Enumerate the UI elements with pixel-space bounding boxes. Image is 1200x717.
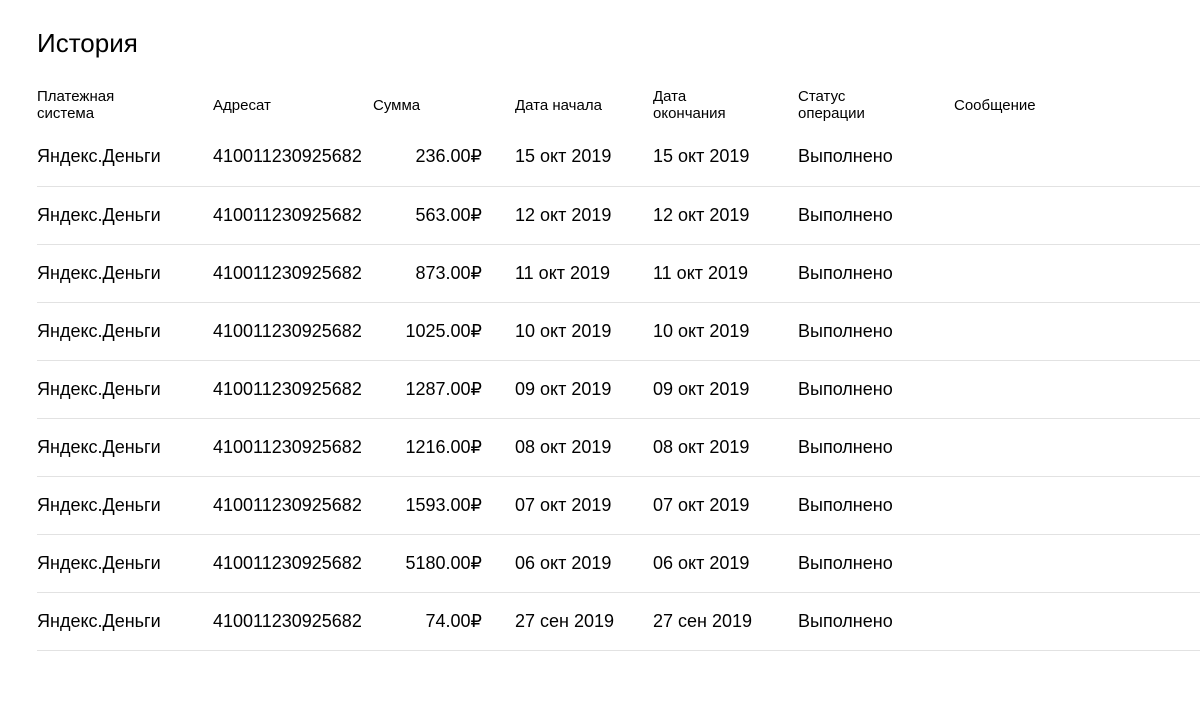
cell-message [921,244,1200,303]
cell-amount: 563.00₽ [373,186,482,245]
column-header-system: Платежная система [37,88,115,122]
column-header-recipient: Адресат [213,96,271,114]
cell-amount: 1593.00₽ [373,476,482,535]
cell-status: Выполнено [765,186,921,245]
cell-message [921,186,1200,245]
cell-amount: 1216.00₽ [373,418,482,477]
cell-end-date: 12 окт 2019 [620,186,765,245]
cell-start-date: 08 окт 2019 [482,418,620,477]
history-page: История Платежная система Адресат Сумма … [0,0,1200,717]
table-row: Яндекс.Деньги 410011230925682 1025.00₽ 10 о… [37,302,1200,361]
table-row: Яндекс.Деньги 410011230925682 1287.00₽ 09 о… [37,360,1200,419]
cell-message [921,126,1200,187]
cell-end-date: 11 окт 2019 [620,244,765,303]
cell-start-date: 09 окт 2019 [482,360,620,419]
table-row: Яндекс.Деньги 410011230925682 563.00₽ 12 ок… [37,186,1200,245]
history-table: Платежная система Адресат Сумма Дата нач… [37,84,1200,651]
cell-status: Выполнено [765,244,921,303]
cell-recipient: 410011230925682 [213,126,373,187]
cell-status: Выполнено [765,592,921,651]
cell-end-date: 06 окт 2019 [620,534,765,593]
cell-start-date: 27 сен 2019 [482,592,620,651]
cell-start-date: 15 окт 2019 [482,126,620,187]
table-row: Яндекс.Деньги 410011230925682 74.00₽ 27 сен… [37,592,1200,651]
cell-start-date: 12 окт 2019 [482,186,620,245]
cell-payment-system: Яндекс.Деньги [37,418,213,477]
column-header-amount: Сумма [373,96,421,114]
cell-recipient: 410011230925682 [213,186,373,245]
cell-recipient: 410011230925682 [213,244,373,303]
cell-recipient: 410011230925682 [213,534,373,593]
cell-start-date: 06 окт 2019 [482,534,620,593]
header-row: Платежная система Адресат Сумма Дата нач… [37,84,1200,126]
cell-recipient: 410011230925682 [213,360,373,419]
cell-amount: 1287.00₽ [373,360,482,419]
cell-amount: 873.00₽ [373,244,482,303]
table-row: Яндекс.Деньги 410011230925682 236.00₽ 15 ок… [37,126,1200,187]
cell-recipient: 410011230925682 [213,302,373,361]
cell-payment-system: Яндекс.Деньги [37,534,213,593]
table-row: Яндекс.Деньги 410011230925682 873.00₽ 11 ок… [37,244,1200,303]
cell-amount: 1025.00₽ [373,302,482,361]
column-header-status: Статус операции [798,88,865,122]
cell-message [921,534,1200,593]
cell-recipient: 410011230925682 [213,592,373,651]
column-header-start-date: Дата начала [515,96,602,114]
cell-status: Выполнено [765,302,921,361]
cell-payment-system: Яндекс.Деньги [37,244,213,303]
cell-payment-system: Яндекс.Деньги [37,302,213,361]
cell-message [921,418,1200,477]
cell-payment-system: Яндекс.Деньги [37,592,213,651]
cell-end-date: 08 окт 2019 [620,418,765,477]
cell-message [921,476,1200,535]
cell-status: Выполнено [765,126,921,187]
cell-status: Выполнено [765,418,921,477]
cell-recipient: 410011230925682 [213,476,373,535]
cell-end-date: 27 сен 2019 [620,592,765,651]
cell-start-date: 10 окт 2019 [482,302,620,361]
cell-amount: 74.00₽ [373,592,482,651]
cell-start-date: 07 окт 2019 [482,476,620,535]
cell-amount: 5180.00₽ [373,534,482,593]
cell-message [921,592,1200,651]
cell-payment-system: Яндекс.Деньги [37,186,213,245]
cell-status: Выполнено [765,476,921,535]
cell-status: Выполнено [765,534,921,593]
cell-status: Выполнено [765,360,921,419]
page-title: История [37,28,138,58]
table-row: Яндекс.Деньги 410011230925682 1593.00₽ 07 о… [37,476,1200,535]
table-body: Яндекс.Деньги 410011230925682 236.00₽ 15 ок… [37,126,1200,651]
table-header: Платежная система Адресат Сумма Дата нач… [37,84,1200,126]
cell-payment-system: Яндекс.Деньги [37,360,213,419]
table-row: Яндекс.Деньги 410011230925682 1216.00₽ 08 о… [37,418,1200,477]
cell-amount: 236.00₽ [373,126,482,187]
cell-message [921,360,1200,419]
cell-end-date: 15 окт 2019 [620,126,765,187]
column-header-message: Сообщение [954,96,1036,114]
cell-end-date: 09 окт 2019 [620,360,765,419]
cell-end-date: 07 окт 2019 [620,476,765,535]
cell-payment-system: Яндекс.Деньги [37,476,213,535]
cell-recipient: 410011230925682 [213,418,373,477]
column-header-end-date: Дата окончания [653,88,726,122]
cell-payment-system: Яндекс.Деньги [37,126,213,187]
cell-start-date: 11 окт 2019 [482,244,620,303]
cell-message [921,302,1200,361]
table-row: Яндекс.Деньги 410011230925682 5180.00₽ 06 о… [37,534,1200,593]
cell-end-date: 10 окт 2019 [620,302,765,361]
